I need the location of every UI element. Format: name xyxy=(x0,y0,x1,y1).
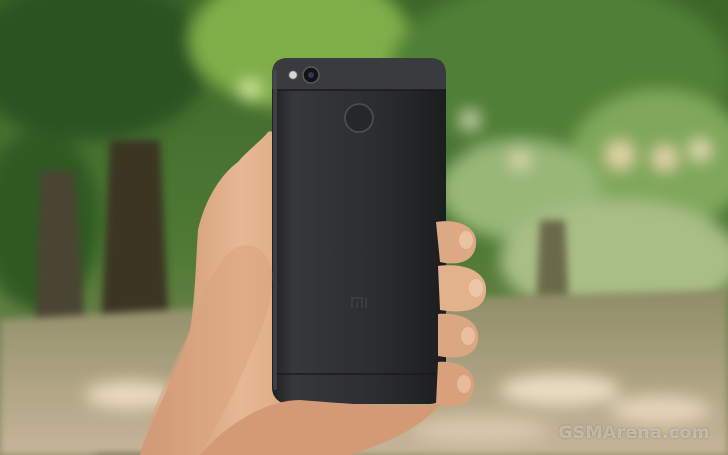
photo-illustration xyxy=(0,0,728,455)
photo-scene: GSMArena.com xyxy=(0,0,728,455)
phone-top-band xyxy=(272,58,446,90)
fingerprint-sensor-icon xyxy=(344,103,374,133)
phone xyxy=(272,58,446,404)
watermark-text: GSMArena.com xyxy=(558,423,710,443)
flash-icon xyxy=(288,70,298,80)
camera-glass xyxy=(308,72,314,78)
phone-edge-highlight xyxy=(273,70,277,390)
